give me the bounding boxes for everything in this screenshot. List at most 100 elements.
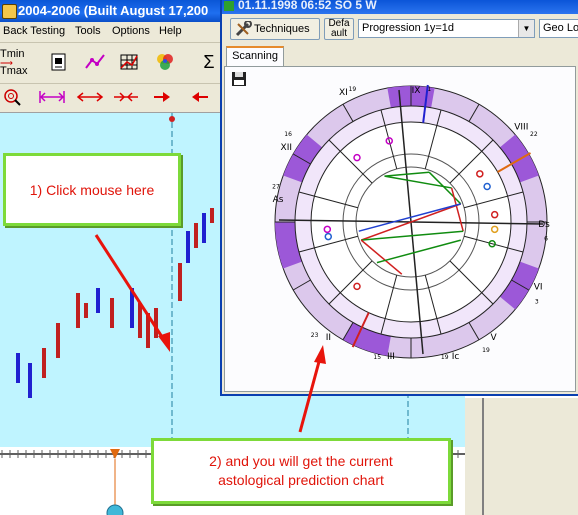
progression-value: Progression 1y=1d [362,22,455,34]
range-arrows-icon [39,91,65,103]
app-title: 2004-2006 (Built August 17,200 [18,3,209,18]
line-tool-button[interactable] [84,51,106,73]
menu-help[interactable]: Help [159,25,182,37]
house-degree: 6 [544,235,548,242]
techniques-button[interactable]: Techniques [230,18,320,40]
house-degree: 27 [272,183,280,190]
main-toolbar: Tmin ⟶ Tmax Σ [0,43,222,84]
compress-button[interactable] [112,87,140,107]
astrology-window-title: 01.11.1998 06:52 SO 5 W [238,0,377,12]
house-label: As [273,195,284,205]
price-bar [138,303,142,338]
price-bar [42,348,46,378]
techniques-label: Techniques [254,23,310,35]
price-bar [194,223,198,248]
expand-arrows-icon [76,92,104,102]
house-degree: 3 [535,299,539,306]
price-bar [110,298,114,328]
progression-select[interactable]: Progression 1y=1d ▼ [358,19,535,38]
price-bar [186,231,190,263]
house-label: VIII [514,122,528,132]
price-bar [202,213,206,243]
house-label: II [326,333,331,343]
app-icon [2,4,17,19]
price-bar [84,303,88,318]
move-left-button[interactable] [188,87,212,107]
callout-step-1-text: 1) Click mouse here [29,181,155,198]
menu-bar: Back Testing Tools Options Help [0,22,222,43]
price-bar [130,288,134,328]
compress-arrows-icon [114,92,138,102]
tmin-tmax-button[interactable]: Tmin ⟶ Tmax [0,47,34,79]
document-icon [51,53,66,71]
arrow-right-icon [154,92,170,102]
price-bar [154,308,158,338]
report-button[interactable] [48,51,70,73]
colors-button[interactable] [154,51,176,73]
zoom-button[interactable] [2,87,22,107]
menu-tools[interactable]: Tools [75,25,101,37]
tab-scanning[interactable]: Scanning [226,46,284,66]
price-bars [16,208,214,398]
default-label-bottom: ault [330,28,348,39]
price-bar [210,208,214,223]
house-degree: 22 [530,131,538,138]
house-label: Ic [452,352,460,361]
house-degree: 15 [373,354,381,361]
house-label: XI [339,88,348,98]
callout-step-2: 2) and you will get the current astologi… [151,438,451,504]
price-bar [16,353,20,383]
trend-line-icon [85,54,105,69]
price-bar [56,323,60,358]
house-degree: 19 [482,347,490,354]
geo-value: Geo Lon [543,22,578,34]
callout-step-2-line-1: 2) and you will get the current [209,453,393,469]
move-right-button[interactable] [150,87,174,107]
house-label: XII [281,143,292,153]
price-bar [178,263,182,301]
tmax-label: Tmax [0,65,28,77]
geo-select[interactable]: Geo Lon [539,19,578,38]
astrology-toolbar: Techniques Defa ault Progression 1y=1d ▼… [222,14,578,44]
chevron-down-icon[interactable]: ▼ [518,20,534,37]
side-panel [465,398,578,515]
house-degree: 1 [427,86,431,93]
price-bar [96,288,100,313]
house-label: V [491,333,498,343]
expand-button[interactable] [76,87,104,107]
grid-chart-icon [120,54,138,70]
app-titlebar: 2004-2006 (Built August 17,200 [0,0,230,22]
house-degree: 23 [311,332,319,339]
window-icon [224,1,234,11]
arrow-left-icon [192,92,208,102]
menu-back-testing[interactable]: Back Testing [3,25,65,37]
save-button[interactable] [231,71,247,87]
color-circles-icon [157,54,173,70]
sum-button[interactable]: Σ [198,51,220,73]
astrology-window-titlebar: 01.11.1998 06:52 SO 5 W [222,0,578,14]
menu-options[interactable]: Options [112,25,150,37]
price-bar [146,313,150,348]
house-label: VI [534,283,543,293]
callout-step-1: 1) Click mouse here [3,153,181,226]
house-degree: 19 [349,86,357,93]
range-button[interactable] [38,87,66,107]
drawing-toolbar [0,84,222,113]
astro-wheel[interactable]: IX 1VIII22XI 19XII16As27Ds6II23III15 Ic19V1… [272,83,550,361]
astro-wheel-graphics [274,84,548,359]
default-button[interactable]: Defa ault [324,18,354,40]
grid-tool-button[interactable] [118,51,140,73]
target-zoom-icon [4,89,21,106]
tools-icon [235,21,252,37]
floppy-disk-icon [232,72,246,86]
panel-divider [482,398,484,515]
house-label: Ds [538,220,550,230]
price-bar [28,363,32,398]
cursor-marker [169,116,175,122]
house-degree: 16 [284,131,292,138]
house-label: IX [412,86,421,96]
price-bar [76,293,80,328]
house-label: III [387,352,395,361]
house-degree: 19 [441,354,449,361]
callout-step-2-line-2: astological prediction chart [218,472,384,488]
